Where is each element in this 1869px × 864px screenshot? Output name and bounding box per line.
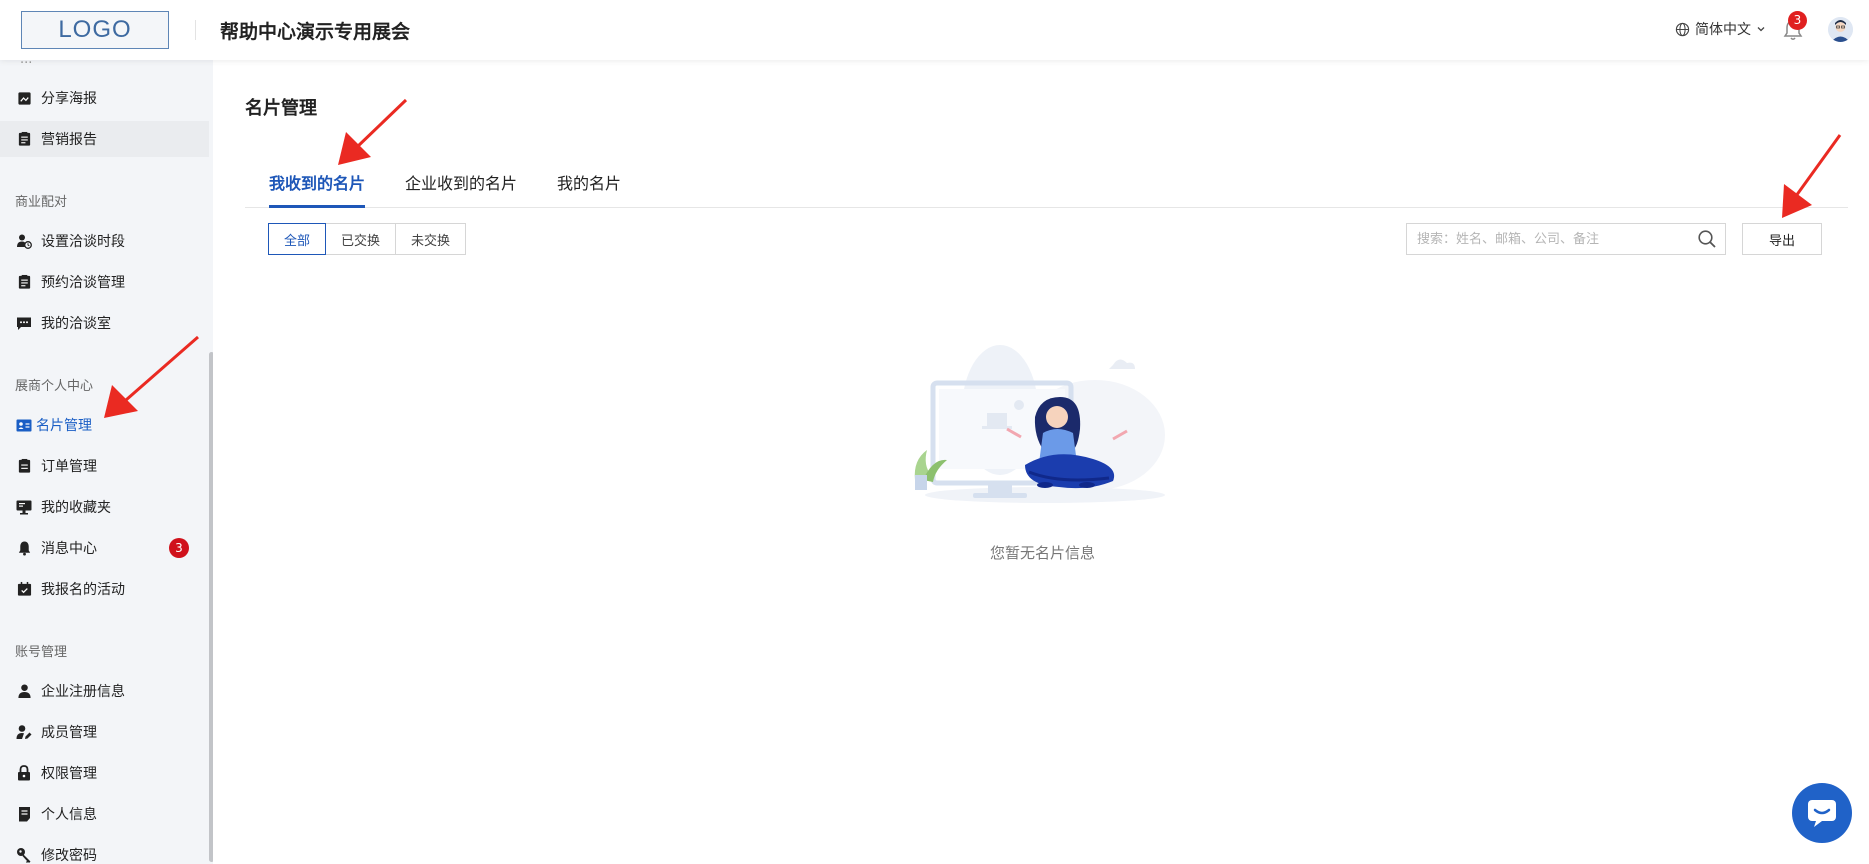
user-icon <box>16 683 32 699</box>
tab-company-received-cards[interactable]: 企业收到的名片 <box>405 170 517 208</box>
sidebar-item-label: 我报名的活动 <box>41 582 125 598</box>
key-icon <box>16 847 32 863</box>
poster-icon <box>16 90 32 106</box>
sidebar: ... 分享海报 营销报告 商业配对 设置洽谈时段 预约洽谈管理 我的洽谈室 展… <box>0 60 213 864</box>
user-clock-icon <box>16 233 32 249</box>
sidebar-item-label: 预约洽谈管理 <box>41 275 125 291</box>
report-icon <box>16 131 32 147</box>
logo[interactable]: LOGO <box>21 11 169 49</box>
message-count-badge: 3 <box>169 538 189 558</box>
export-button[interactable]: 导出 <box>1742 223 1822 255</box>
favorites-icon <box>16 499 32 515</box>
sidebar-section-exhibitor-center: 展商个人中心 <box>15 379 94 394</box>
sidebar-item-label: 营销报告 <box>41 132 97 148</box>
tab-received-cards[interactable]: 我收到的名片 <box>269 170 366 208</box>
search-input[interactable] <box>1406 223 1726 255</box>
sidebar-item-appointment-management[interactable]: 预约洽谈管理 <box>0 264 209 300</box>
page-title: 名片管理 <box>245 98 317 119</box>
sidebar-cut-off-label: ... <box>20 60 32 67</box>
chat-icon <box>16 315 32 331</box>
globe-icon <box>1675 22 1690 36</box>
chat-bubble-icon <box>1808 800 1836 827</box>
sidebar-item-label: 成员管理 <box>41 725 97 741</box>
empty-state-illustration <box>914 345 1165 503</box>
sidebar-item-set-meeting-time[interactable]: 设置洽谈时段 <box>0 223 209 259</box>
sidebar-item-change-password[interactable]: 修改密码 <box>0 837 209 864</box>
language-selector[interactable]: 简体中文 <box>1675 19 1766 39</box>
sidebar-item-label: 修改密码 <box>41 848 97 864</box>
sidebar-item-marketing-report[interactable]: 营销报告 <box>0 121 209 157</box>
sidebar-section-business-matching: 商业配对 <box>15 195 68 210</box>
filter-not-exchanged-button[interactable]: 未交换 <box>395 223 467 255</box>
sidebar-item-label: 权限管理 <box>41 766 97 782</box>
sidebar-item-label: 分享海报 <box>41 91 97 107</box>
sidebar-item-label: 我的洽谈室 <box>41 316 111 332</box>
filter-all-button[interactable]: 全部 <box>268 223 327 255</box>
sidebar-item-label: 个人信息 <box>41 807 97 823</box>
search-icon[interactable] <box>1697 229 1717 249</box>
customer-service-chat-button[interactable] <box>1792 783 1852 843</box>
notification-badge: 3 <box>1788 11 1807 30</box>
card-tabs: 我收到的名片 企业收到的名片 我的名片 <box>245 162 1848 208</box>
sidebar-item-card-management[interactable]: 名片管理 <box>0 407 209 443</box>
language-label: 简体中文 <box>1695 22 1751 38</box>
sidebar-item-my-events[interactable]: 我报名的活动 <box>0 571 209 607</box>
bell-icon <box>16 540 32 556</box>
filter-exchanged-button[interactable]: 已交换 <box>325 223 397 255</box>
sidebar-item-label: 设置洽谈时段 <box>41 234 125 250</box>
sidebar-item-my-favorites[interactable]: 我的收藏夹 <box>0 489 209 525</box>
sidebar-item-label: 企业注册信息 <box>41 684 125 700</box>
user-edit-icon <box>16 724 32 740</box>
sidebar-item-personal-info[interactable]: 个人信息 <box>0 796 209 832</box>
chevron-down-icon <box>1757 27 1765 32</box>
exchange-filter-group: 全部 已交换 未交换 <box>268 223 467 255</box>
tab-my-card[interactable]: 我的名片 <box>557 170 621 208</box>
sidebar-item-my-meeting-room[interactable]: 我的洽谈室 <box>0 305 209 341</box>
sidebar-section-account-management: 账号管理 <box>15 645 68 660</box>
sidebar-item-permission-management[interactable]: 权限管理 <box>0 755 209 791</box>
order-icon <box>16 458 32 474</box>
document-icon <box>16 806 32 822</box>
avatar[interactable] <box>1828 17 1853 42</box>
sidebar-item-share-poster[interactable]: 分享海报 <box>0 80 209 116</box>
annotation-arrow <box>338 98 408 165</box>
clipboard-icon <box>16 274 32 290</box>
sidebar-item-label: 消息中心 <box>41 541 97 557</box>
id-card-icon <box>16 417 32 433</box>
lock-icon <box>16 765 32 781</box>
sidebar-item-label: 名片管理 <box>36 418 92 434</box>
header-divider <box>195 20 196 40</box>
user-avatar-icon <box>1828 17 1853 42</box>
site-title: 帮助中心演示专用展会 <box>220 21 411 43</box>
top-header: LOGO 帮助中心演示专用展会 简体中文 3 <box>0 0 1869 60</box>
empty-state-message: 您暂无名片信息 <box>990 544 1096 562</box>
sidebar-item-company-registration[interactable]: 企业注册信息 <box>0 673 209 709</box>
calendar-icon <box>16 581 32 597</box>
sidebar-item-label: 订单管理 <box>41 459 97 475</box>
sidebar-item-label: 我的收藏夹 <box>41 500 111 516</box>
sidebar-item-member-management[interactable]: 成员管理 <box>0 714 209 750</box>
sidebar-item-order-management[interactable]: 订单管理 <box>0 448 209 484</box>
sidebar-scrollbar[interactable] <box>209 352 213 862</box>
